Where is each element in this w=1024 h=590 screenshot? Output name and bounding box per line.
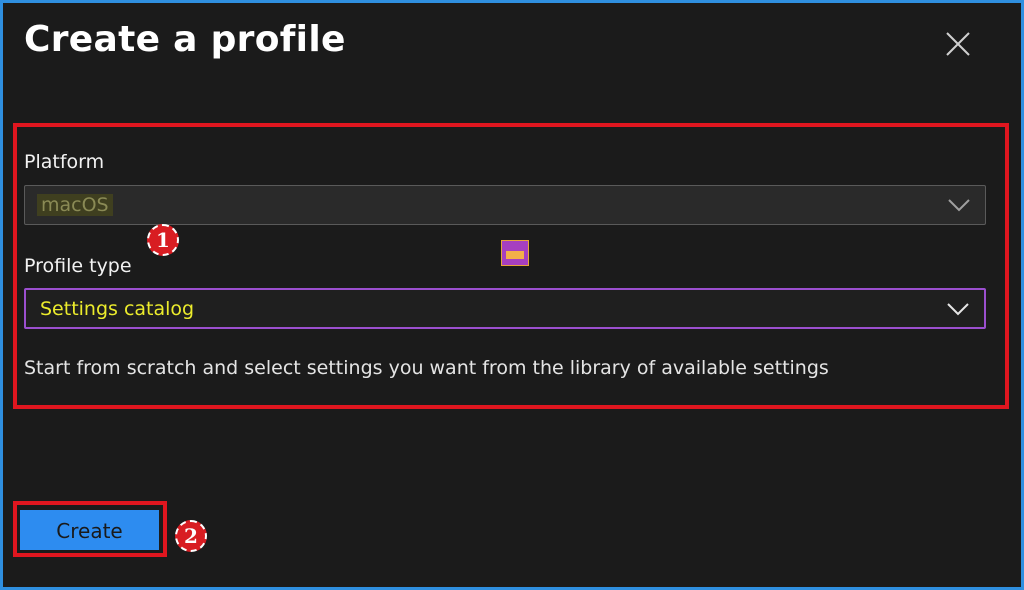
profile-type-value: Settings catalog <box>40 298 195 320</box>
dialog-panel: Create a profile Platform macOS 1 Profil… <box>0 0 1024 590</box>
brand-logo-icon <box>501 240 529 266</box>
profile-type-dropdown[interactable]: Settings catalog <box>24 288 986 329</box>
dialog-title: Create a profile <box>24 19 346 60</box>
profile-type-description: Start from scratch and select settings y… <box>24 357 829 379</box>
platform-dropdown[interactable]: macOS <box>24 185 986 225</box>
close-icon[interactable] <box>941 27 975 61</box>
create-button[interactable]: Create <box>20 510 159 550</box>
platform-label: Platform <box>24 151 105 173</box>
platform-value: macOS <box>37 194 113 216</box>
chevron-down-icon <box>948 199 970 212</box>
profile-type-label: Profile type <box>24 255 132 277</box>
step-badge-2: 2 <box>175 520 207 552</box>
step-badge-1: 1 <box>147 224 179 256</box>
chevron-down-icon <box>947 303 969 316</box>
